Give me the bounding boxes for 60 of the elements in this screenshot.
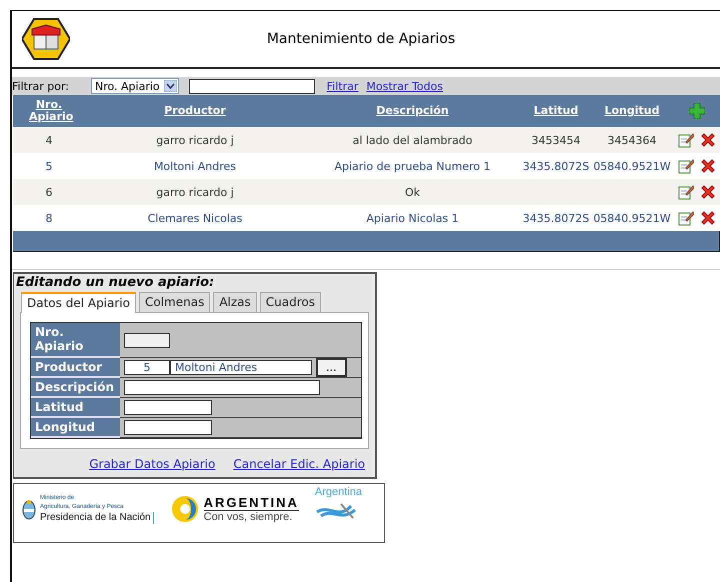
tab[interactable]: Datos del Apiario <box>21 292 136 313</box>
action-link[interactable]: Grabar Datos Apiario <box>89 457 216 471</box>
page-title: Mantenimiento de Apiarios <box>266 31 456 47</box>
column-header[interactable]: Productor <box>164 105 226 117</box>
edit-icon[interactable] <box>678 184 694 200</box>
edit-icon[interactable] <box>678 158 694 174</box>
table-cell: Apiario Nicolas 1 <box>366 212 459 224</box>
field-label: Latitud <box>31 398 120 418</box>
form-title: Editando un nuevo apiario: <box>16 275 216 290</box>
table-cell: al lado del alambrado <box>352 134 472 146</box>
filter-field[interactable] <box>188 78 315 94</box>
action-link[interactable]: Cancelar Edic. Apiario <box>233 457 365 471</box>
field-label: Productor <box>31 358 120 378</box>
table-cell: Apiario de prueba Numero 1 <box>334 160 490 172</box>
edit-icon[interactable] <box>678 210 694 226</box>
table-cell: 3454364 <box>608 134 656 146</box>
input-field[interactable] <box>124 420 212 435</box>
tab[interactable]: Alzas <box>213 292 257 312</box>
field-label: Longitud <box>31 418 120 438</box>
table-cell: Clemares Nicolas <box>148 212 242 224</box>
table-cell: 5 <box>46 160 52 172</box>
edit-icon[interactable] <box>678 132 694 148</box>
slogan-text: Con vos, siempre. <box>204 511 294 523</box>
delete-icon[interactable] <box>700 184 716 200</box>
code-field[interactable]: 5 <box>124 360 170 375</box>
table-cell: 4 <box>46 134 52 146</box>
table-cell: garro ricardo j <box>156 134 234 146</box>
column-header[interactable]: Descripción <box>376 105 449 117</box>
tourism-text: Argentina <box>314 486 362 498</box>
table-cell: 05840.9521W <box>593 160 671 172</box>
input-field[interactable] <box>124 380 320 395</box>
coat-of-arms-icon <box>22 498 36 520</box>
brand-text: ARGENTINA <box>204 495 299 511</box>
browse-button[interactable]: ... <box>316 358 346 377</box>
input-field[interactable] <box>124 400 212 415</box>
producer-field[interactable]: Moltoni Andres <box>170 360 312 375</box>
filter-label: Filtrar por: <box>12 80 69 92</box>
filter-link[interactable]: Filtrar <box>326 80 358 92</box>
delete-icon[interactable] <box>700 210 716 226</box>
table-cell: 3435.8072S <box>522 212 590 224</box>
beehive-logo <box>22 17 70 61</box>
table-cell: 3435.8072S <box>522 160 590 172</box>
tab[interactable]: Colmenas <box>138 292 210 312</box>
table-cell: Ok <box>404 186 420 198</box>
presidency-text: Presidencia de la Nación <box>40 512 154 524</box>
tab[interactable]: Cuadros <box>260 292 321 312</box>
table-cell: garro ricardo j <box>156 186 234 198</box>
filter-select[interactable]: Nro. Apiario <box>90 78 179 94</box>
filter-link[interactable]: Mostrar Todos <box>366 80 443 92</box>
delete-icon[interactable] <box>700 132 716 148</box>
table-cell: 6 <box>46 186 52 198</box>
field-label: Nro. Apiario <box>31 323 120 358</box>
table-cell: Moltoni Andres <box>154 160 236 172</box>
delete-icon[interactable] <box>700 158 716 174</box>
dropdown-icon <box>164 80 177 92</box>
sun-logo-icon <box>170 494 200 524</box>
field-label: Descripción <box>31 378 120 398</box>
table-cell: 3453454 <box>532 134 580 146</box>
table-cell: 05840.9521W <box>593 212 671 224</box>
table-cell: 8 <box>46 212 52 224</box>
